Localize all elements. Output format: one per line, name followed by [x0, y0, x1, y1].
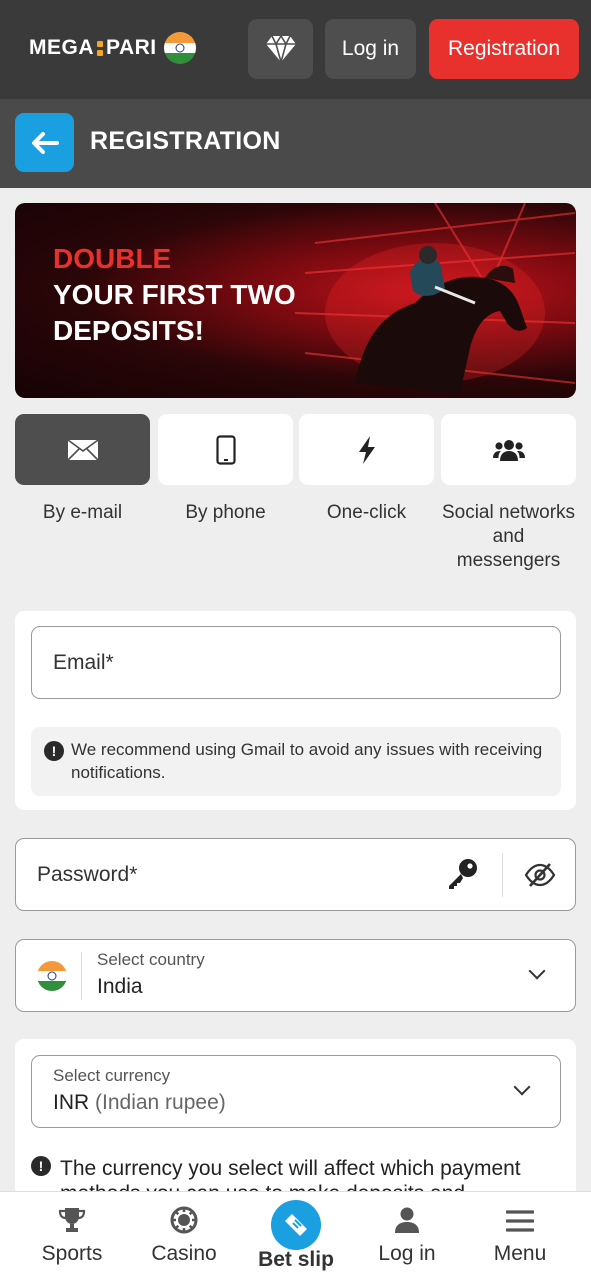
currency-select[interactable]: Select currency INR (Indian rupee) — [31, 1055, 561, 1128]
nav-sports[interactable]: Sports — [30, 1192, 114, 1280]
nav-menu[interactable]: Menu — [489, 1192, 551, 1280]
email-notice-text: We recommend using Gmail to avoid any is… — [71, 740, 543, 782]
chevron-down-icon — [528, 962, 546, 980]
trophy-icon — [58, 1208, 86, 1232]
logo-text-left: MEGA — [29, 36, 94, 59]
india-flag-icon — [163, 32, 196, 64]
banner-headline: DOUBLE YOUR FIRST TWO DEPOSITS! — [53, 241, 296, 349]
info-icon: ! — [31, 1156, 51, 1176]
casino-chip-icon — [170, 1206, 198, 1234]
megapari-logo[interactable]: MEGA PARI — [29, 31, 196, 65]
people-icon — [492, 439, 525, 461]
nav-login-label: Log in — [378, 1242, 436, 1265]
arrow-left-icon — [31, 131, 59, 154]
tab-by-email-box[interactable] — [15, 414, 150, 485]
nav-menu-label: Menu — [493, 1242, 547, 1265]
country-divider — [81, 952, 82, 1000]
currency-notice: ! The currency you select will affect wh… — [31, 1156, 576, 1191]
phone-icon — [215, 434, 236, 465]
exclamation-icon: ! — [44, 741, 64, 761]
promo-banner[interactable]: DOUBLE YOUR FIRST TWO DEPOSITS! — [15, 203, 576, 398]
country-label: Select country — [97, 950, 205, 969]
user-icon — [395, 1207, 419, 1233]
betslip-circle — [271, 1200, 321, 1250]
top-bar: MEGA PARI Log in Registration — [0, 0, 591, 99]
nav-casino[interactable]: Casino — [145, 1192, 223, 1280]
tab-by-phone[interactable]: By phone — [158, 414, 293, 525]
tab-by-email[interactable]: By e-mail — [15, 414, 150, 525]
vip-diamond-button[interactable] — [248, 19, 313, 79]
banner-line-3: DEPOSITS! — [53, 315, 204, 346]
back-button[interactable] — [15, 113, 74, 172]
currency-value: INR (Indian rupee) — [53, 1091, 226, 1115]
banner-line-1: DOUBLE — [53, 243, 172, 274]
banner-line-2: YOUR FIRST TWO — [53, 279, 296, 310]
password-divider — [502, 853, 503, 897]
tab-by-email-label: By e-mail — [42, 502, 123, 523]
tab-one-click-label: One-click — [326, 502, 407, 523]
registration-header: REGISTRATION — [0, 99, 591, 188]
key-icon[interactable] — [446, 857, 480, 891]
email-placeholder: Email* — [53, 651, 114, 674]
tab-social-label: Social networks and messengers — [441, 502, 576, 571]
registration-button[interactable]: Registration — [429, 19, 579, 79]
logo-separator — [97, 40, 103, 56]
login-button[interactable]: Log in — [325, 19, 416, 79]
nav-login[interactable]: Log in — [372, 1192, 442, 1280]
ticket-icon — [285, 1214, 307, 1236]
email-notice: ! We recommend using Gmail to avoid any … — [31, 727, 561, 796]
registration-method-tabs: By e-mail By phone One-click Social netw… — [15, 414, 576, 574]
country-select[interactable]: Select country India — [15, 939, 576, 1012]
tab-one-click[interactable]: One-click — [299, 414, 434, 525]
chevron-down-icon — [513, 1078, 531, 1096]
envelope-icon — [66, 438, 99, 461]
country-value: India — [97, 975, 143, 998]
tab-social[interactable]: Social networks and messengers — [441, 414, 576, 573]
password-field[interactable]: Password* — [15, 838, 576, 911]
password-placeholder: Password* — [37, 863, 138, 886]
currency-notice-text: The currency you select will affect whic… — [60, 1157, 521, 1191]
nav-casino-label: Casino — [151, 1242, 217, 1265]
tab-by-phone-label: By phone — [185, 502, 266, 523]
nav-betslip[interactable]: Bet slip — [255, 1192, 337, 1280]
tab-social-box[interactable] — [441, 414, 576, 485]
currency-label: Select currency — [53, 1066, 171, 1085]
diamond-icon — [265, 35, 296, 63]
currency-name: (Indian rupee) — [95, 1091, 226, 1114]
india-flag-icon — [37, 961, 67, 991]
nav-sports-label: Sports — [41, 1242, 103, 1265]
logo-text-right: PARI — [106, 36, 157, 59]
tab-by-phone-box[interactable] — [158, 414, 293, 485]
email-field[interactable]: Email* — [31, 626, 561, 699]
lightning-icon — [358, 435, 375, 464]
bottom-navigation: Sports Casino Bet slip Log in Menu — [0, 1191, 591, 1280]
hamburger-menu-icon — [506, 1210, 534, 1232]
currency-code: INR — [53, 1091, 90, 1114]
nav-betslip-label: Bet slip — [258, 1248, 334, 1271]
page-title: REGISTRATION — [90, 127, 281, 155]
eye-slash-icon[interactable] — [524, 862, 556, 888]
tab-one-click-box[interactable] — [299, 414, 434, 485]
